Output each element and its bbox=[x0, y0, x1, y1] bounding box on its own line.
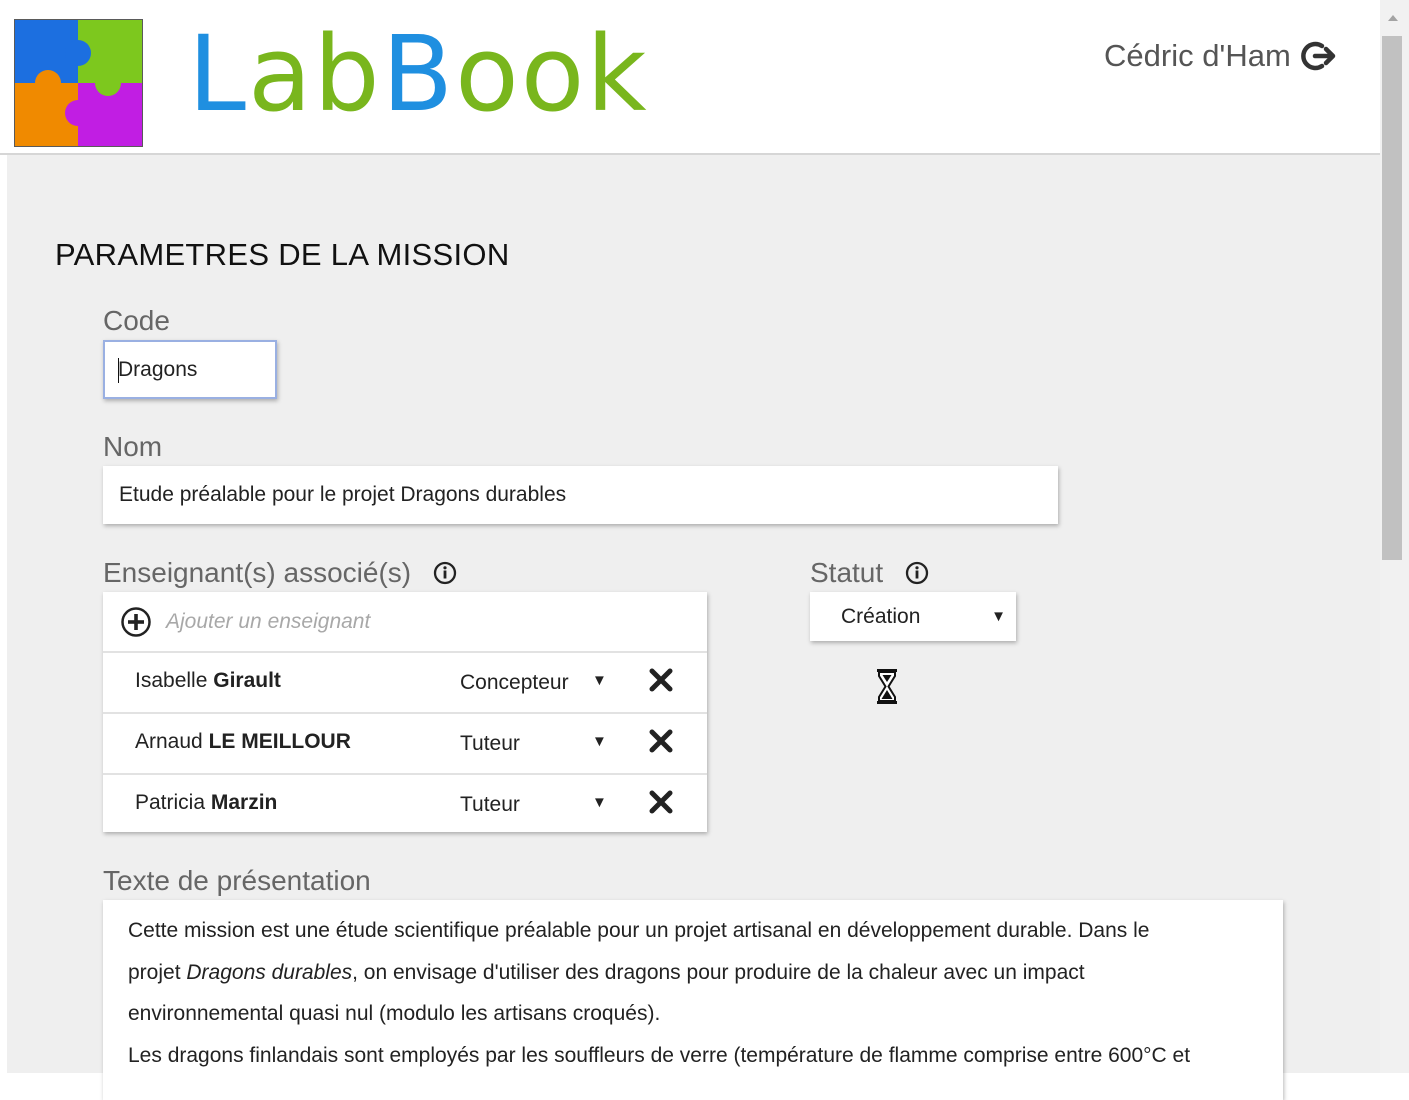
presentation-line: Les dragons finlandais sont employés par… bbox=[128, 1043, 1191, 1067]
statut-label-text: Statut bbox=[810, 557, 884, 588]
close-icon[interactable] bbox=[649, 668, 673, 692]
statut-value: Création bbox=[841, 605, 921, 628]
dropdown-arrow-icon[interactable]: ▼ bbox=[592, 672, 607, 689]
header: LabBook Cédric d'Ham bbox=[0, 0, 1380, 155]
app-brand: LabBook bbox=[188, 22, 649, 126]
nom-value: Etude préalable pour le projet Dragons d… bbox=[119, 483, 567, 506]
presentation-line: projet Dragons durables, on envisage d'u… bbox=[128, 952, 1258, 994]
presentation-text: projet bbox=[128, 960, 187, 984]
nom-label: Nom bbox=[103, 431, 162, 463]
teacher-last-name: LE MEILLOUR bbox=[208, 730, 351, 753]
presentation-line: Cette mission est une étude scientifique… bbox=[128, 919, 1150, 942]
teacher-row: Patricia Marzin Tuteur ▼ bbox=[103, 775, 707, 834]
teacher-first-name: Isabelle bbox=[135, 669, 208, 692]
info-icon[interactable] bbox=[433, 561, 457, 585]
labbook-logo-icon bbox=[14, 19, 143, 147]
dropdown-arrow-icon[interactable]: ▼ bbox=[592, 733, 607, 750]
teacher-last-name: Girault bbox=[213, 669, 281, 692]
code-label: Code bbox=[103, 305, 170, 337]
presentation-textarea[interactable]: Cette mission est une étude scientifique… bbox=[103, 900, 1283, 1100]
presentation-text: , on envisage d'utiliser des dragons pou… bbox=[352, 960, 1085, 984]
teacher-name: Patricia Marzin bbox=[135, 791, 277, 815]
enseignants-label-text: Enseignant(s) associé(s) bbox=[103, 557, 412, 588]
teacher-row: Arnaud LE MEILLOUR Tuteur ▼ bbox=[103, 714, 707, 775]
code-input[interactable]: Dragons bbox=[103, 340, 277, 399]
info-icon[interactable] bbox=[905, 561, 929, 585]
logout-icon[interactable] bbox=[1300, 39, 1339, 73]
presentation-emphasis: Dragons durables bbox=[186, 960, 353, 984]
teacher-first-name: Arnaud bbox=[135, 730, 203, 753]
add-circle-icon[interactable] bbox=[120, 606, 152, 638]
code-label-text: Code bbox=[103, 305, 170, 336]
add-teacher-row[interactable]: Ajouter un enseignant bbox=[103, 592, 707, 653]
page-title: PARAMETRES DE LA MISSION bbox=[55, 237, 510, 272]
teacher-row: Isabelle Girault Concepteur ▼ bbox=[103, 653, 707, 714]
user-name: Cédric d'Ham bbox=[1104, 38, 1291, 73]
user-menu: Cédric d'Ham bbox=[1104, 38, 1339, 74]
teacher-role-select[interactable]: Tuteur bbox=[460, 732, 520, 756]
close-icon[interactable] bbox=[649, 729, 673, 753]
teacher-name: Isabelle Girault bbox=[135, 669, 281, 693]
brand-letter-b: B bbox=[381, 13, 456, 135]
code-value: Dragons bbox=[118, 358, 198, 381]
teacher-role-select[interactable]: Tuteur bbox=[460, 793, 520, 817]
brand-letter-l: L bbox=[188, 13, 248, 135]
teacher-last-name: Marzin bbox=[210, 791, 278, 814]
enseignants-label: Enseignant(s) associé(s) bbox=[103, 557, 457, 589]
nom-label-text: Nom bbox=[103, 431, 163, 462]
scroll-up-arrow-icon[interactable] bbox=[1388, 15, 1398, 21]
statut-label: Statut bbox=[810, 557, 929, 589]
presentation-label: Texte de présentation bbox=[103, 865, 371, 897]
teacher-role-select[interactable]: Concepteur bbox=[460, 671, 569, 695]
brand-letters-ab: ab bbox=[247, 13, 382, 135]
vertical-scrollbar[interactable] bbox=[1380, 0, 1409, 1073]
presentation-line: environnemental quasi nul (modulo les ar… bbox=[128, 1002, 661, 1025]
scrollbar-thumb[interactable] bbox=[1382, 36, 1402, 560]
statut-select[interactable]: Création ▼ bbox=[810, 592, 1016, 641]
teachers-list: Ajouter un enseignant Isabelle Girault C… bbox=[103, 592, 707, 832]
add-teacher-placeholder[interactable]: Ajouter un enseignant bbox=[166, 610, 370, 634]
dropdown-arrow-icon: ▼ bbox=[991, 608, 1006, 625]
dropdown-arrow-icon[interactable]: ▼ bbox=[592, 794, 607, 811]
teacher-first-name: Patricia bbox=[135, 791, 206, 814]
nom-input[interactable]: Etude préalable pour le projet Dragons d… bbox=[103, 466, 1058, 524]
close-icon[interactable] bbox=[649, 790, 673, 814]
presentation-label-text: Texte de présentation bbox=[103, 865, 371, 896]
main-content: PARAMETRES DE LA MISSION Code Dragons No… bbox=[7, 155, 1380, 1100]
hourglass-icon bbox=[877, 669, 897, 704]
brand-letters-ook: ook bbox=[455, 13, 649, 135]
teacher-name: Arnaud LE MEILLOUR bbox=[135, 730, 351, 754]
